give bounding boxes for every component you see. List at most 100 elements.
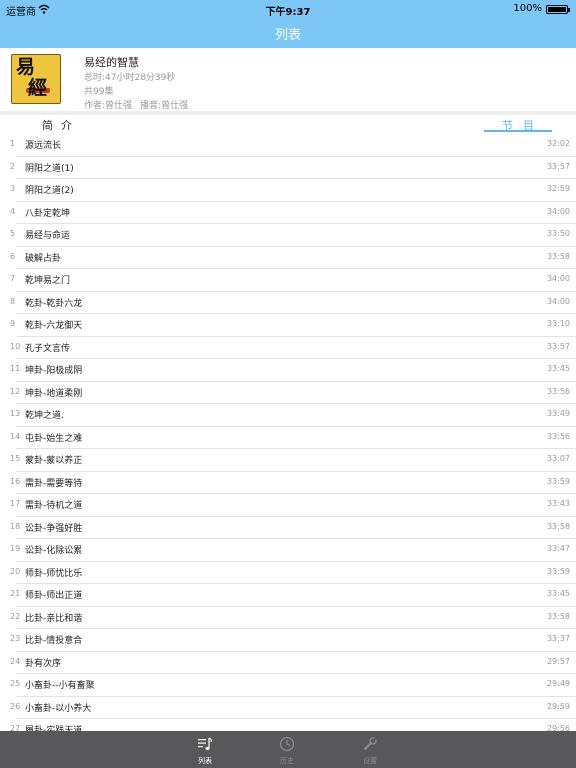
episode-title: 乾坤易之门	[25, 276, 71, 286]
episode-title: 需卦-需要等待	[25, 478, 83, 489]
episode-title: 小畜卦-以小养大	[25, 703, 92, 714]
list-item[interactable]: 24 卦有次序 29:57	[10, 652, 576, 674]
wrench-icon	[364, 736, 378, 750]
episode-duration: 34:00	[546, 206, 570, 216]
episode-title: 讼卦-争强好胜	[25, 523, 83, 534]
navigation-bar: 列表	[0, 18, 576, 48]
episode-duration: 33:56	[546, 386, 570, 396]
battery-percent: 100%	[513, 3, 542, 14]
tabbar-item-settings[interactable]: 设置	[340, 731, 400, 768]
episode-number: 23	[10, 634, 21, 643]
list-item[interactable]: 26 小畜卦-以小养大 29:59	[10, 697, 576, 719]
episode-number: 27	[10, 724, 21, 731]
episode-duration: 33:47	[546, 544, 570, 553]
status-time: 下午9:37	[265, 7, 311, 18]
list-item[interactable]: 21 师卦-师出正道 33:45	[10, 584, 576, 607]
list-item[interactable]: 7 乾坤易之门 34:00	[10, 269, 576, 292]
episode-title: 讼卦-化除讼累	[25, 546, 83, 556]
tab-active-indicator	[484, 130, 552, 132]
list-item[interactable]: 27 履卦-实践天道 29:56	[10, 719, 576, 731]
list-item[interactable]: 8 乾卦-乾卦六龙 34:00	[10, 292, 576, 314]
episode-title: 师卦-师忧比乐	[25, 568, 83, 579]
list-item[interactable]: 15 蒙卦-蒙以养正 33:07	[10, 449, 576, 472]
list-item[interactable]: 17 需卦-待机之道 33:43	[10, 494, 576, 517]
episode-number: 17	[10, 499, 21, 508]
episode-title: 蒙卦-蒙以养正	[25, 456, 83, 466]
episode-duration: 33:56	[546, 431, 570, 441]
episode-title: 小畜卦--小有畜聚	[25, 681, 95, 691]
list-item[interactable]: 19 讼卦-化除讼累 33:47	[10, 539, 576, 562]
episode-duration: 33:45	[546, 364, 570, 373]
list-item[interactable]: 1 源远流长 32:02	[10, 134, 576, 157]
episode-number: 13	[10, 409, 21, 418]
episode-duration: 29:57	[546, 656, 570, 666]
episode-number: 10	[10, 341, 21, 351]
episode-number: 20	[10, 566, 21, 576]
battery-icon	[546, 5, 570, 14]
episode-number: 21	[10, 589, 21, 598]
list-item[interactable]: 11 坤卦-阳极成阴 33:45	[10, 359, 576, 382]
list-item[interactable]: 6 破解占卦 33:58	[10, 247, 576, 269]
album-duration: 总时:47小时28分39秒	[84, 73, 176, 83]
episode-duration: 29:49	[546, 679, 570, 688]
list-item[interactable]: 16 需卦-需要等待 33:59	[10, 472, 576, 494]
episode-duration: 33:59	[546, 566, 570, 576]
episode-title: 阴阳之道(2)	[25, 186, 74, 196]
episode-list[interactable]: 1 源远流长 32:02 2 阴阳之道(1) 33:57 3 阴阳之道(2) 32:59 4 八卦定…	[0, 134, 576, 731]
tabbar-label-settings: 设置	[363, 757, 377, 765]
episode-duration: 33:57	[546, 161, 570, 171]
episode-title: 履卦-实践天道	[25, 726, 83, 731]
episode-duration: 33:45	[546, 589, 570, 598]
tabbar-label-history: 历史	[280, 757, 294, 765]
episode-duration: 32:02	[546, 139, 570, 148]
episode-duration: 34:00	[546, 274, 570, 283]
episode-number: 18	[10, 521, 21, 531]
album-header: 易 經 易经的智慧 总时:47小时28分39秒 共99集 作者:曾仕强 播音:曾仕…	[0, 48, 576, 114]
tab-intro[interactable]: 简介	[42, 117, 80, 133]
list-item[interactable]: 14 屯卦-始生之难 33:56	[10, 427, 576, 449]
episode-number: 4	[10, 206, 16, 216]
list-item[interactable]: 10 孔子文言传 33:57	[10, 337, 576, 359]
segment-tabs: 简介 节目	[0, 115, 576, 134]
list-item[interactable]: 18 讼卦-争强好胜 33:58	[10, 517, 576, 539]
episode-duration: 33:49	[546, 409, 570, 418]
episode-title: 比卦-亲比和谐	[25, 613, 83, 624]
episode-duration: 34:00	[546, 296, 570, 306]
episode-duration: 33:58	[546, 521, 570, 531]
list-item[interactable]: 2 阴阳之道(1) 33:57	[10, 157, 576, 179]
episode-number: 5	[10, 229, 16, 238]
episode-title: 破解占卦	[25, 253, 62, 264]
list-item[interactable]: 22 比卦-亲比和谐 33:58	[10, 607, 576, 629]
episode-duration: 33:37	[546, 634, 570, 643]
list-item[interactable]: 3 阴阳之道(2) 32:59	[10, 179, 576, 202]
episode-title: 孔子文言传	[25, 343, 71, 354]
episode-number: 6	[10, 251, 16, 261]
episode-title: 乾卦-乾卦六龙	[25, 298, 83, 309]
episode-duration: 33:59	[546, 476, 570, 486]
list-item[interactable]: 12 坤卦-地道柔刚 33:56	[10, 382, 576, 404]
episode-number: 16	[10, 476, 21, 486]
episode-number: 19	[10, 544, 21, 553]
album-narrator: 播音:曾仕强	[140, 101, 189, 111]
episode-number: 8	[10, 296, 16, 306]
list-item[interactable]: 25 小畜卦--小有畜聚 29:49	[10, 674, 576, 697]
cover-char-1: 易	[16, 56, 36, 78]
tabbar-item-history[interactable]: 历史	[257, 731, 317, 768]
list-item[interactable]: 13 乾坤之道. 33:49	[10, 404, 576, 427]
list-item[interactable]: 5 易经与命运 33:50	[10, 224, 576, 247]
episode-number: 15	[10, 454, 21, 463]
episode-duration: 33:43	[546, 499, 570, 508]
episode-title: 坤卦-阳极成阴	[25, 366, 83, 376]
list-item[interactable]: 23 比卦-情投意合 33:37	[10, 629, 576, 652]
tabbar-item-list[interactable]: 列表	[175, 731, 235, 768]
episode-number: 25	[10, 679, 21, 688]
episode-duration: 33:58	[546, 611, 570, 621]
clock-icon	[279, 736, 295, 752]
list-item[interactable]: 20 师卦-师忧比乐 33:59	[10, 562, 576, 584]
list-item[interactable]: 4 八卦定乾坤 34:00	[10, 202, 576, 224]
episode-duration: 29:56	[546, 724, 570, 731]
episode-title: 乾坤之道.	[25, 411, 64, 421]
episode-number: 1	[10, 139, 16, 148]
episode-number: 22	[10, 611, 21, 621]
list-item[interactable]: 9 乾卦-六龙御天 33:10	[10, 314, 576, 337]
